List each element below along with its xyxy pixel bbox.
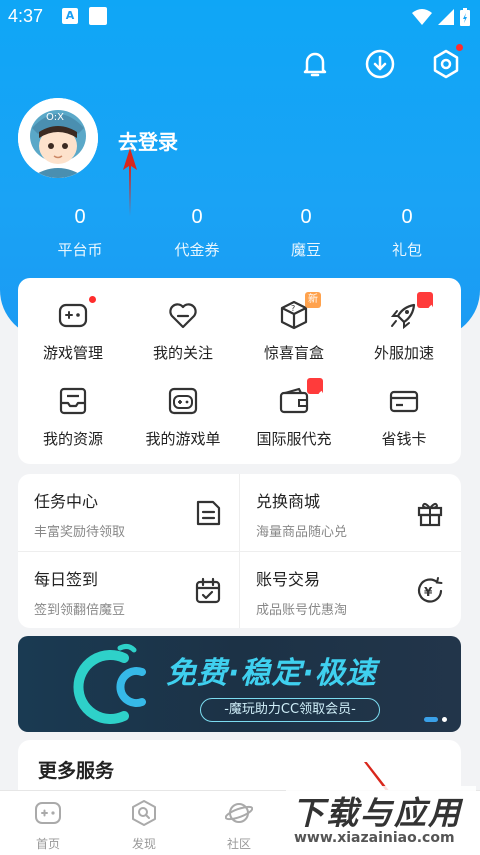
notification-square-icon (89, 7, 107, 25)
grid-item-my-resources[interactable]: 我的资源 (18, 384, 128, 449)
grid-item-my-follows[interactable]: 我的关注 (128, 298, 238, 363)
calendar-check-icon (195, 577, 221, 604)
banner-subtitle: -魔玩助力CC领取会员- (200, 698, 380, 722)
heart-icon (166, 298, 200, 332)
task-title: 每日签到 (34, 570, 99, 589)
task-subtitle: 成品账号优惠淘 (256, 603, 348, 618)
task-icon (196, 500, 221, 526)
stat-value: 0 (401, 206, 413, 228)
hot-badge-icon (417, 292, 441, 319)
home-gamepad-icon (35, 802, 61, 824)
cc-logo-icon (73, 643, 146, 724)
discover-icon (132, 800, 156, 826)
task-subtitle: 海量商品随心兑 (256, 525, 348, 540)
stat-label: 礼包 (391, 241, 422, 259)
task-panel: 任务中心 丰富奖励待领取 兑换商城 海量商品随心兑 每日签到 签到领翻倍魔豆 账… (18, 474, 461, 628)
status-time: 4:37 (8, 6, 44, 26)
stat-value: 0 (300, 206, 312, 228)
task-title: 账号交易 (256, 570, 321, 589)
stat-label: 魔豆 (290, 241, 321, 259)
hot-badge-icon (307, 378, 331, 405)
notification-a-icon: A (62, 8, 78, 24)
wallet-icon (277, 378, 331, 418)
yen-exchange-icon: ¥ (417, 577, 443, 603)
grid-item-label: 省钱卡 (381, 430, 427, 448)
svg-text:O:X: O:X (46, 112, 64, 123)
grid-item-mystery-box[interactable]: ? 新 惊喜盲盒 (239, 292, 349, 363)
settings-hexagon-icon[interactable] (430, 44, 463, 80)
status-bar: 4:37 A (0, 0, 480, 34)
stat-label: 代金券 (174, 241, 220, 259)
tab-label: 发现 (131, 837, 156, 851)
grid-item-label: 惊喜盲盒 (263, 344, 324, 362)
grid-item-label: 外服加速 (373, 344, 434, 362)
card-icon (387, 384, 421, 418)
stat-voucher[interactable]: 0 代金券 (147, 206, 247, 260)
stat-magic-bean[interactable]: 0 魔豆 (256, 206, 356, 260)
grid-item-label: 国际服代充 (256, 430, 332, 448)
task-title: 任务中心 (34, 492, 99, 511)
new-badge: 新 (305, 292, 321, 308)
tab-home[interactable]: 首页 (18, 799, 78, 852)
task-center[interactable]: 任务中心 丰富奖励待领取 (18, 474, 239, 551)
signal-icon (438, 9, 454, 25)
grid-item-intl-topup[interactable]: 国际服代充 (239, 378, 349, 449)
rocket-icon (387, 292, 441, 332)
inbox-icon (56, 384, 90, 418)
watermark-url: www.xiazainiao.com (294, 830, 455, 846)
banner-title: 免费·稳定·极速 (166, 656, 377, 691)
stat-platform-coin[interactable]: 0 平台币 (30, 206, 130, 260)
grid-item-label: 我的资源 (42, 430, 103, 448)
game-list-icon (166, 384, 200, 418)
grid-item-label: 我的关注 (152, 344, 213, 362)
exchange-mall[interactable]: 兑换商城 海量商品随心兑 (240, 474, 461, 551)
stat-value: 0 (74, 206, 86, 228)
grid-item-label: 游戏管理 (42, 344, 103, 362)
notification-bell-icon[interactable] (299, 48, 331, 80)
red-dot (89, 296, 96, 303)
svg-text:¥: ¥ (424, 585, 433, 599)
tab-community[interactable]: 社区 (209, 799, 269, 852)
banner-pagination (424, 717, 447, 722)
stat-value: 0 (191, 206, 203, 228)
task-subtitle: 丰富奖励待领取 (34, 525, 126, 540)
download-icon[interactable] (364, 48, 396, 80)
gift-icon (417, 502, 443, 527)
task-subtitle: 签到领翻倍魔豆 (34, 603, 126, 618)
svg-text:?: ? (291, 304, 295, 313)
account-trading[interactable]: 账号交易 成品账号优惠淘 ¥ (240, 552, 461, 629)
section-title: 更多服务 (38, 760, 115, 782)
settings-red-dot (456, 44, 463, 51)
avatar[interactable]: O:X (18, 98, 98, 178)
grid-item-label: 我的游戏单 (145, 430, 221, 448)
grid-item-saving-card[interactable]: 省钱卡 (349, 384, 459, 449)
tab-discover[interactable]: 发现 (114, 799, 174, 852)
daily-checkin[interactable]: 每日签到 签到领翻倍魔豆 (18, 552, 239, 629)
grid-item-my-game-list[interactable]: 我的游戏单 (128, 384, 238, 449)
wifi-icon (412, 9, 432, 25)
asset-stats: 0 平台币 0 代金券 0 魔豆 0 礼包 (0, 206, 480, 266)
promo-banner[interactable]: 免费·稳定·极速 -魔玩助力CC领取会员- (18, 636, 461, 732)
task-title: 兑换商城 (256, 492, 321, 511)
stat-label: 平台币 (57, 241, 103, 259)
stat-gift-pack[interactable]: 0 礼包 (357, 206, 457, 260)
battery-icon (460, 8, 470, 26)
grid-item-game-management[interactable]: 游戏管理 (18, 296, 128, 363)
feature-grid: 游戏管理 我的关注 ? 新 惊喜盲盒 外服加速 我的资源 我的游戏单 国际服代充… (18, 278, 461, 464)
mystery-box-icon: ? 新 (277, 292, 321, 332)
gamepad-icon (56, 296, 96, 332)
grid-item-overseas-boost[interactable]: 外服加速 (349, 292, 459, 363)
planet-icon (224, 803, 254, 823)
tab-label: 首页 (35, 837, 60, 851)
watermark: 下载与应用 www.xiazainiao.com (286, 786, 476, 852)
tab-label: 社区 (226, 837, 251, 851)
watermark-title: 下载与应用 (292, 794, 463, 832)
